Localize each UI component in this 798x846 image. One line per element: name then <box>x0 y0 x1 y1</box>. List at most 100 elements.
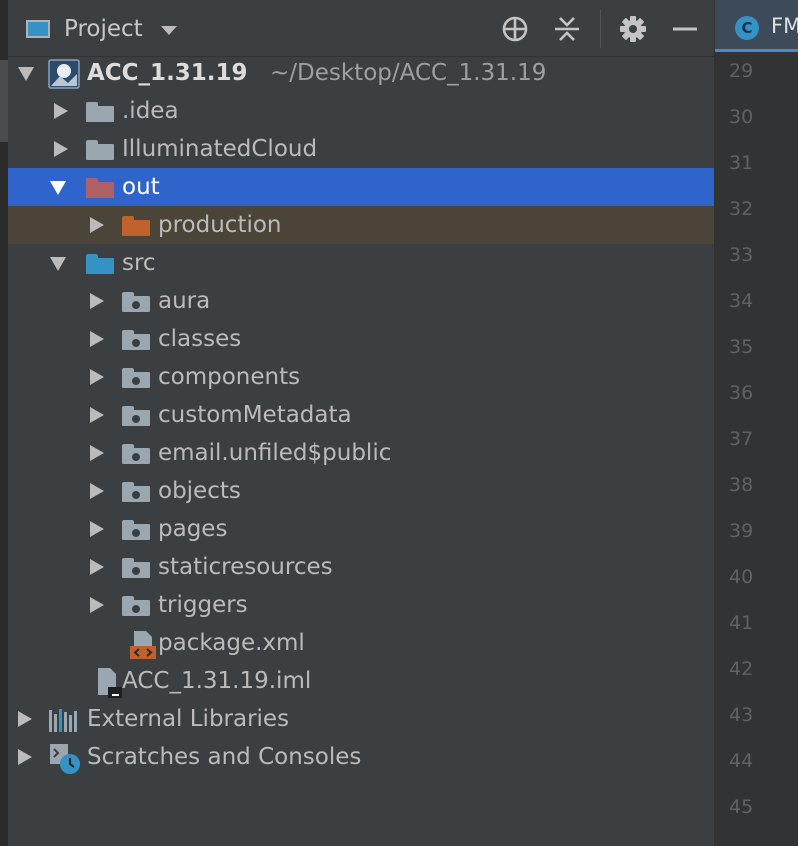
line-number: 35 <box>729 336 754 358</box>
left-tool-strip <box>0 0 8 846</box>
package-folder-icon <box>122 330 150 350</box>
tree-row-scratches[interactable]: Scratches and Consoles <box>8 738 714 776</box>
tree-row-package-folder[interactable]: components <box>8 358 714 396</box>
chevron-right-icon[interactable] <box>90 559 104 575</box>
line-number: 30 <box>729 106 754 128</box>
package-folder-icon <box>122 558 150 578</box>
tree-row-illuminatedcloud[interactable]: IlluminatedCloud <box>8 130 714 168</box>
folder-icon <box>86 140 114 160</box>
line-number: 31 <box>729 152 754 174</box>
line-number: 34 <box>729 290 754 312</box>
tree-row-root[interactable]: ACC_1.31.19 ~/Desktop/ACC_1.31.19 <box>8 54 714 92</box>
scratches-icon <box>50 744 80 774</box>
hide-button[interactable] <box>670 14 700 44</box>
collapse-all-button[interactable] <box>552 14 582 44</box>
chevron-right-icon[interactable] <box>90 407 104 423</box>
tab-label: FM <box>771 14 798 38</box>
tree-row-package-folder[interactable]: aura <box>8 282 714 320</box>
package-folder-icon <box>122 368 150 388</box>
class-icon: C <box>735 16 759 40</box>
chevron-down-icon[interactable] <box>50 181 66 195</box>
tree-label: staticresources <box>158 554 333 580</box>
library-icon <box>49 709 77 732</box>
line-number: 40 <box>729 566 754 588</box>
tree-label: production <box>158 212 282 238</box>
tree-row-package-folder[interactable]: email.unfiled$public <box>8 434 714 472</box>
chevron-down-icon <box>160 25 177 35</box>
folder-icon <box>122 216 150 236</box>
tree-label: aura <box>158 288 211 314</box>
line-number: 38 <box>729 474 754 496</box>
chevron-right-icon[interactable] <box>18 749 32 765</box>
chevron-right-icon[interactable] <box>90 331 104 347</box>
locate-button[interactable] <box>500 14 530 44</box>
tree-row-src[interactable]: src <box>8 244 714 282</box>
xml-file-icon <box>130 631 156 659</box>
line-number: 43 <box>729 704 754 726</box>
folder-icon <box>86 102 114 122</box>
chevron-right-icon[interactable] <box>54 141 68 157</box>
package-folder-icon <box>122 520 150 540</box>
tree-label: out <box>122 174 160 200</box>
tree-label: .idea <box>122 98 179 124</box>
project-panel: Project ACC_1.31.19 ~/Desktop/ACC_1.31.1… <box>8 0 714 846</box>
package-folder-icon <box>122 444 150 464</box>
toolbar-divider <box>600 10 601 48</box>
tree-row-package-folder[interactable]: classes <box>8 320 714 358</box>
settings-button[interactable] <box>618 14 648 44</box>
chevron-right-icon[interactable] <box>54 103 68 119</box>
editor-tab[interactable]: C FM <box>715 0 798 52</box>
tree-row-package-folder[interactable]: pages <box>8 510 714 548</box>
tool-window-button[interactable] <box>0 60 8 142</box>
tree-label: pages <box>158 516 228 542</box>
panel-header: Project <box>8 0 714 57</box>
chevron-right-icon[interactable] <box>90 217 104 233</box>
line-number: 36 <box>729 382 754 404</box>
tree-row-external-libraries[interactable]: External Libraries <box>8 700 714 738</box>
chevron-down-icon[interactable] <box>50 257 66 271</box>
chevron-right-icon[interactable] <box>90 369 104 385</box>
gear-icon <box>620 16 646 42</box>
tree-label: Scratches and Consoles <box>87 744 362 770</box>
chevron-right-icon[interactable] <box>90 483 104 499</box>
line-number: 45 <box>729 796 754 818</box>
tree-row-package-folder[interactable]: triggers <box>8 586 714 624</box>
tree-label: IlluminatedCloud <box>122 136 318 162</box>
tree-row-iml[interactable]: ACC_1.31.19.iml <box>8 662 714 700</box>
tree-label: objects <box>158 478 241 504</box>
line-number: 44 <box>729 750 754 772</box>
minimize-icon <box>673 27 697 31</box>
chevron-right-icon[interactable] <box>90 597 104 613</box>
tree-row-out[interactable]: out <box>8 168 714 206</box>
iml-file-icon <box>98 668 122 698</box>
tree-label: email.unfiled$public <box>158 440 392 466</box>
chevron-down-icon[interactable] <box>18 67 34 81</box>
excluded-folder-icon <box>86 178 114 198</box>
line-number: 39 <box>729 520 754 542</box>
tree-label: customMetadata <box>158 402 352 428</box>
tree-row-package-xml[interactable]: package.xml <box>8 624 714 662</box>
tree-label: ACC_1.31.19 <box>87 60 248 86</box>
chevron-right-icon[interactable] <box>90 445 104 461</box>
tree-row-package-folder[interactable]: customMetadata <box>8 396 714 434</box>
package-folder-icon <box>122 596 150 616</box>
project-path: ~/Desktop/ACC_1.31.19 <box>270 60 547 86</box>
tree-row-idea[interactable]: .idea <box>8 92 714 130</box>
package-folder-icon <box>122 482 150 502</box>
tree-label: triggers <box>158 592 248 618</box>
tree-row-package-folder[interactable]: staticresources <box>8 548 714 586</box>
tree-row-package-folder[interactable]: objects <box>8 472 714 510</box>
chevron-right-icon[interactable] <box>90 293 104 309</box>
module-icon <box>48 59 80 89</box>
line-number: 42 <box>729 658 754 680</box>
tree-label: components <box>158 364 301 390</box>
project-view-icon <box>26 20 50 38</box>
line-number: 32 <box>729 198 754 220</box>
view-selector[interactable]: Project <box>26 14 177 44</box>
chevron-right-icon[interactable] <box>90 521 104 537</box>
chevron-right-icon[interactable] <box>18 711 32 727</box>
tree-row-production[interactable]: production <box>8 206 714 244</box>
editor-area: C FM 29 30 31 32 33 34 35 36 37 38 39 40… <box>714 0 798 846</box>
package-folder-icon <box>122 292 150 312</box>
tree-label: package.xml <box>158 630 305 656</box>
